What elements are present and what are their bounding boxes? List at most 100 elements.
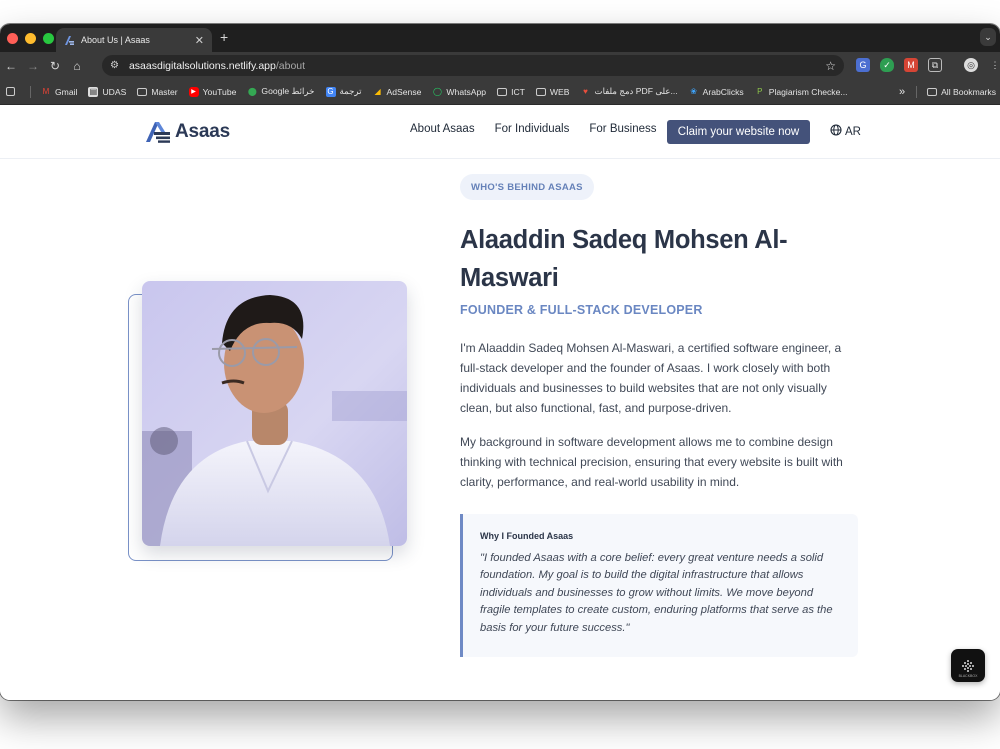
home-icon[interactable]: ⌂ bbox=[66, 59, 88, 73]
url-field[interactable]: ⚙ asaasdigitalsolutions.netlify.app/abou… bbox=[102, 55, 844, 76]
new-tab-button[interactable]: + bbox=[220, 29, 228, 45]
founding-quote-block: Why I Founded Asaas "I founded Asaas wit… bbox=[460, 514, 858, 657]
address-bar: ← → ↻ ⌂ ⚙ asaasdigitalsolutions.netlify.… bbox=[0, 52, 1000, 79]
folder-icon bbox=[137, 87, 148, 96]
bookmark-pdf-merge[interactable]: ♥ دمج ملفات PDF على... bbox=[581, 86, 678, 97]
asaas-logo-icon bbox=[146, 122, 170, 143]
nav-about-asaas[interactable]: About Asaas bbox=[410, 123, 475, 135]
youtube-icon: ▶ bbox=[188, 86, 199, 97]
language-label: AR bbox=[845, 125, 861, 138]
claim-website-button[interactable]: Claim your website now bbox=[667, 120, 810, 144]
founder-portrait-illustration bbox=[142, 281, 407, 546]
blackbox-widget-button[interactable]: BLACKBOX bbox=[951, 649, 985, 682]
bookmark-label: WhatsApp bbox=[446, 86, 487, 97]
bookmark-label: Google خرائط bbox=[261, 86, 315, 96]
bookmark-arabclicks[interactable]: ❀ ArabClicks bbox=[689, 86, 744, 97]
bookmark-adsense[interactable]: ◢ AdSense bbox=[373, 86, 421, 97]
minimize-window-button[interactable] bbox=[25, 32, 36, 44]
quote-text: "I founded Asaas with a core belief: eve… bbox=[480, 552, 833, 634]
browser-window: About Us | Asaas ✕ + ⌄ ← → ↻ ⌂ ⚙ asaasdi… bbox=[0, 24, 1000, 700]
tab-about-us[interactable]: About Us | Asaas ✕ bbox=[56, 28, 212, 52]
nav-for-business[interactable]: For Business bbox=[589, 123, 656, 135]
asaas-favicon-icon bbox=[64, 35, 75, 46]
bookmarks-bar: M Gmail ▤ UDAS Master ▶ YouTube ⬤ Google خرا… bbox=[0, 79, 1000, 105]
asaas-logo[interactable]: Asaas bbox=[145, 121, 230, 143]
bookmark-udas[interactable]: ▤ UDAS bbox=[88, 86, 127, 97]
url-host: asaasdigitalsolutions.netlify.app bbox=[128, 59, 276, 72]
section-badge: WHO'S BEHIND ASAAS bbox=[460, 174, 594, 200]
translate-extension-icon[interactable]: G bbox=[856, 58, 870, 72]
profile-avatar-icon[interactable]: ◎ bbox=[964, 58, 978, 72]
bookmark-whatsapp[interactable]: ◯ WhatsApp bbox=[432, 87, 486, 97]
bookmark-label: ArabClicks bbox=[702, 86, 744, 97]
bookmark-label: UDAS bbox=[102, 86, 127, 97]
apps-grid-icon[interactable] bbox=[6, 87, 19, 96]
extensions-puzzle-icon[interactable]: ⧉ bbox=[928, 58, 942, 72]
globe-icon bbox=[830, 124, 842, 139]
nav-for-individuals[interactable]: For Individuals bbox=[495, 123, 570, 135]
bookmark-label: Gmail bbox=[55, 86, 78, 97]
plagiarism-icon: P bbox=[757, 86, 763, 96]
translate-icon: G bbox=[325, 86, 336, 97]
bookmark-label: YouTube bbox=[202, 86, 237, 97]
folder-icon bbox=[927, 88, 938, 96]
logo-text: Asaas bbox=[175, 121, 230, 142]
gmail-icon: M bbox=[42, 86, 50, 96]
bookmark-label: ترجمة bbox=[339, 86, 362, 96]
folder-icon bbox=[497, 87, 508, 96]
bookmark-master[interactable]: Master bbox=[137, 86, 178, 97]
bookmark-label: WEB bbox=[549, 86, 570, 97]
bookmark-youtube[interactable]: ▶ YouTube bbox=[188, 86, 237, 97]
reload-icon[interactable]: ↻ bbox=[44, 59, 66, 73]
bio-paragraph-2: My background in software development al… bbox=[460, 435, 843, 489]
blackbox-logo-icon bbox=[962, 659, 974, 672]
tab-bar: About Us | Asaas ✕ + ⌄ bbox=[0, 24, 1000, 52]
bookmark-label: Master bbox=[151, 86, 178, 97]
bookmark-gmail[interactable]: M Gmail bbox=[41, 86, 78, 97]
language-switch[interactable]: AR bbox=[830, 124, 861, 139]
founder-name-heading: Alaaddin Sadeq Mohsen Al-Maswari bbox=[460, 226, 788, 292]
tab-search-icon[interactable]: ⌄ bbox=[980, 28, 996, 46]
founder-photo bbox=[142, 281, 407, 546]
mm-extension-icon[interactable]: M bbox=[904, 58, 918, 72]
forward-icon[interactable]: → bbox=[22, 59, 44, 73]
browser-menu-icon[interactable]: ⋮ bbox=[988, 58, 1000, 72]
udas-icon: ▤ bbox=[88, 86, 99, 97]
pdf-icon: ♥ bbox=[583, 86, 588, 96]
bookmark-translate[interactable]: G ترجمة bbox=[325, 86, 362, 97]
url-path: /about bbox=[275, 59, 306, 72]
bookmark-web[interactable]: WEB bbox=[535, 86, 570, 97]
bookmarks-divider bbox=[30, 85, 31, 98]
maps-icon: ⬤ bbox=[247, 86, 257, 96]
close-window-button[interactable] bbox=[7, 32, 18, 44]
bookmark-star-icon[interactable]: ☆ bbox=[825, 59, 836, 73]
founder-role: FOUNDER & FULL-STACK DEVELOPER bbox=[460, 303, 703, 317]
widget-label: BLACKBOX bbox=[958, 674, 978, 678]
main-nav: About Asaas For Individuals For Business bbox=[410, 123, 656, 135]
bookmark-ict[interactable]: ICT bbox=[497, 87, 525, 97]
site-info-icon[interactable]: ⚙ bbox=[110, 60, 119, 71]
arabclicks-icon: ❀ bbox=[690, 86, 697, 96]
close-tab-icon[interactable]: ✕ bbox=[195, 34, 204, 47]
bookmark-google-maps[interactable]: ⬤ Google خرائط bbox=[247, 86, 315, 97]
shield-extension-icon[interactable]: ✓ bbox=[880, 58, 894, 72]
all-bookmarks-label: All Bookmarks bbox=[941, 87, 996, 97]
bookmark-label: Plagiarism Checke... bbox=[768, 86, 848, 97]
bookmark-label: دمج ملفات PDF على... bbox=[594, 86, 678, 96]
bio-paragraph-1: I'm Alaaddin Sadeq Mohsen Al-Maswari, a … bbox=[460, 341, 842, 415]
quote-title: Why I Founded Asaas bbox=[480, 531, 574, 541]
webpage: Asaas About Asaas For Individuals For Bu… bbox=[0, 105, 1000, 700]
adsense-icon: ◢ bbox=[374, 86, 381, 96]
tab-title: About Us | Asaas bbox=[81, 35, 150, 45]
folder-icon bbox=[535, 87, 546, 96]
whatsapp-icon: ◯ bbox=[432, 86, 442, 96]
bookmarks-divider bbox=[916, 86, 918, 98]
more-bookmarks-button[interactable]: » bbox=[899, 86, 905, 98]
all-bookmarks-button[interactable]: All Bookmarks bbox=[927, 87, 996, 97]
back-icon[interactable]: ← bbox=[0, 59, 22, 73]
bookmark-plagiarism-checker[interactable]: P Plagiarism Checke... bbox=[755, 86, 848, 97]
maximize-window-button[interactable] bbox=[43, 32, 54, 44]
bookmarks-overflow: » All Bookmarks bbox=[892, 79, 1000, 104]
window-controls bbox=[7, 32, 54, 44]
bookmark-label: ICT bbox=[511, 86, 525, 97]
